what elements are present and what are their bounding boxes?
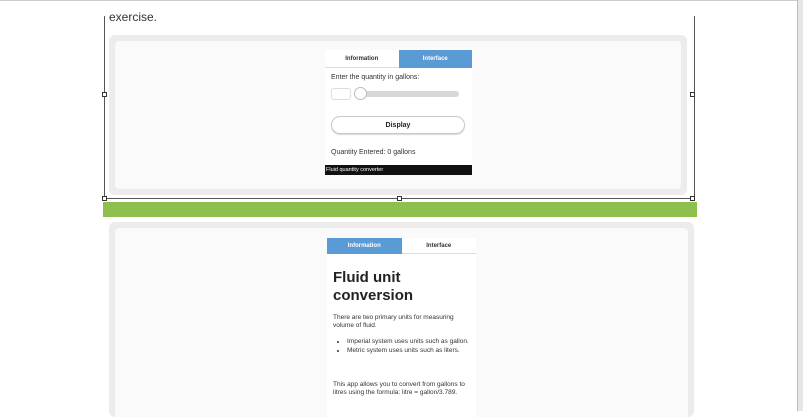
resize-handle-left[interactable] xyxy=(102,92,107,97)
list-item: Imperial system uses units such as gallo… xyxy=(347,338,475,346)
tab-interface[interactable]: Interface xyxy=(401,238,476,254)
tab-bar: Information Interface xyxy=(327,238,476,254)
resize-handle-bottom[interactable] xyxy=(397,196,402,201)
page-heading: Fluid unit conversion xyxy=(333,269,414,304)
list-item: Metric system uses units such as liters. xyxy=(347,347,475,355)
vertical-scrollbar[interactable] xyxy=(797,0,803,411)
resize-handle-bottom-left[interactable] xyxy=(102,196,107,201)
app-information-view: Information Interface Fluid unit convers… xyxy=(327,238,476,418)
resize-handle-bottom-right[interactable] xyxy=(690,196,695,201)
tab-information[interactable]: Information xyxy=(327,238,402,254)
page-edge xyxy=(0,0,803,1)
separator-bar xyxy=(103,202,697,217)
resize-handle-right[interactable] xyxy=(690,92,695,97)
intro-paragraph: There are two primary units for measurin… xyxy=(333,314,454,329)
formula-paragraph: This app allows you to convert from gall… xyxy=(333,381,465,396)
image-selection-frame[interactable] xyxy=(104,16,695,199)
units-list: Imperial system uses units such as gallo… xyxy=(333,338,475,356)
